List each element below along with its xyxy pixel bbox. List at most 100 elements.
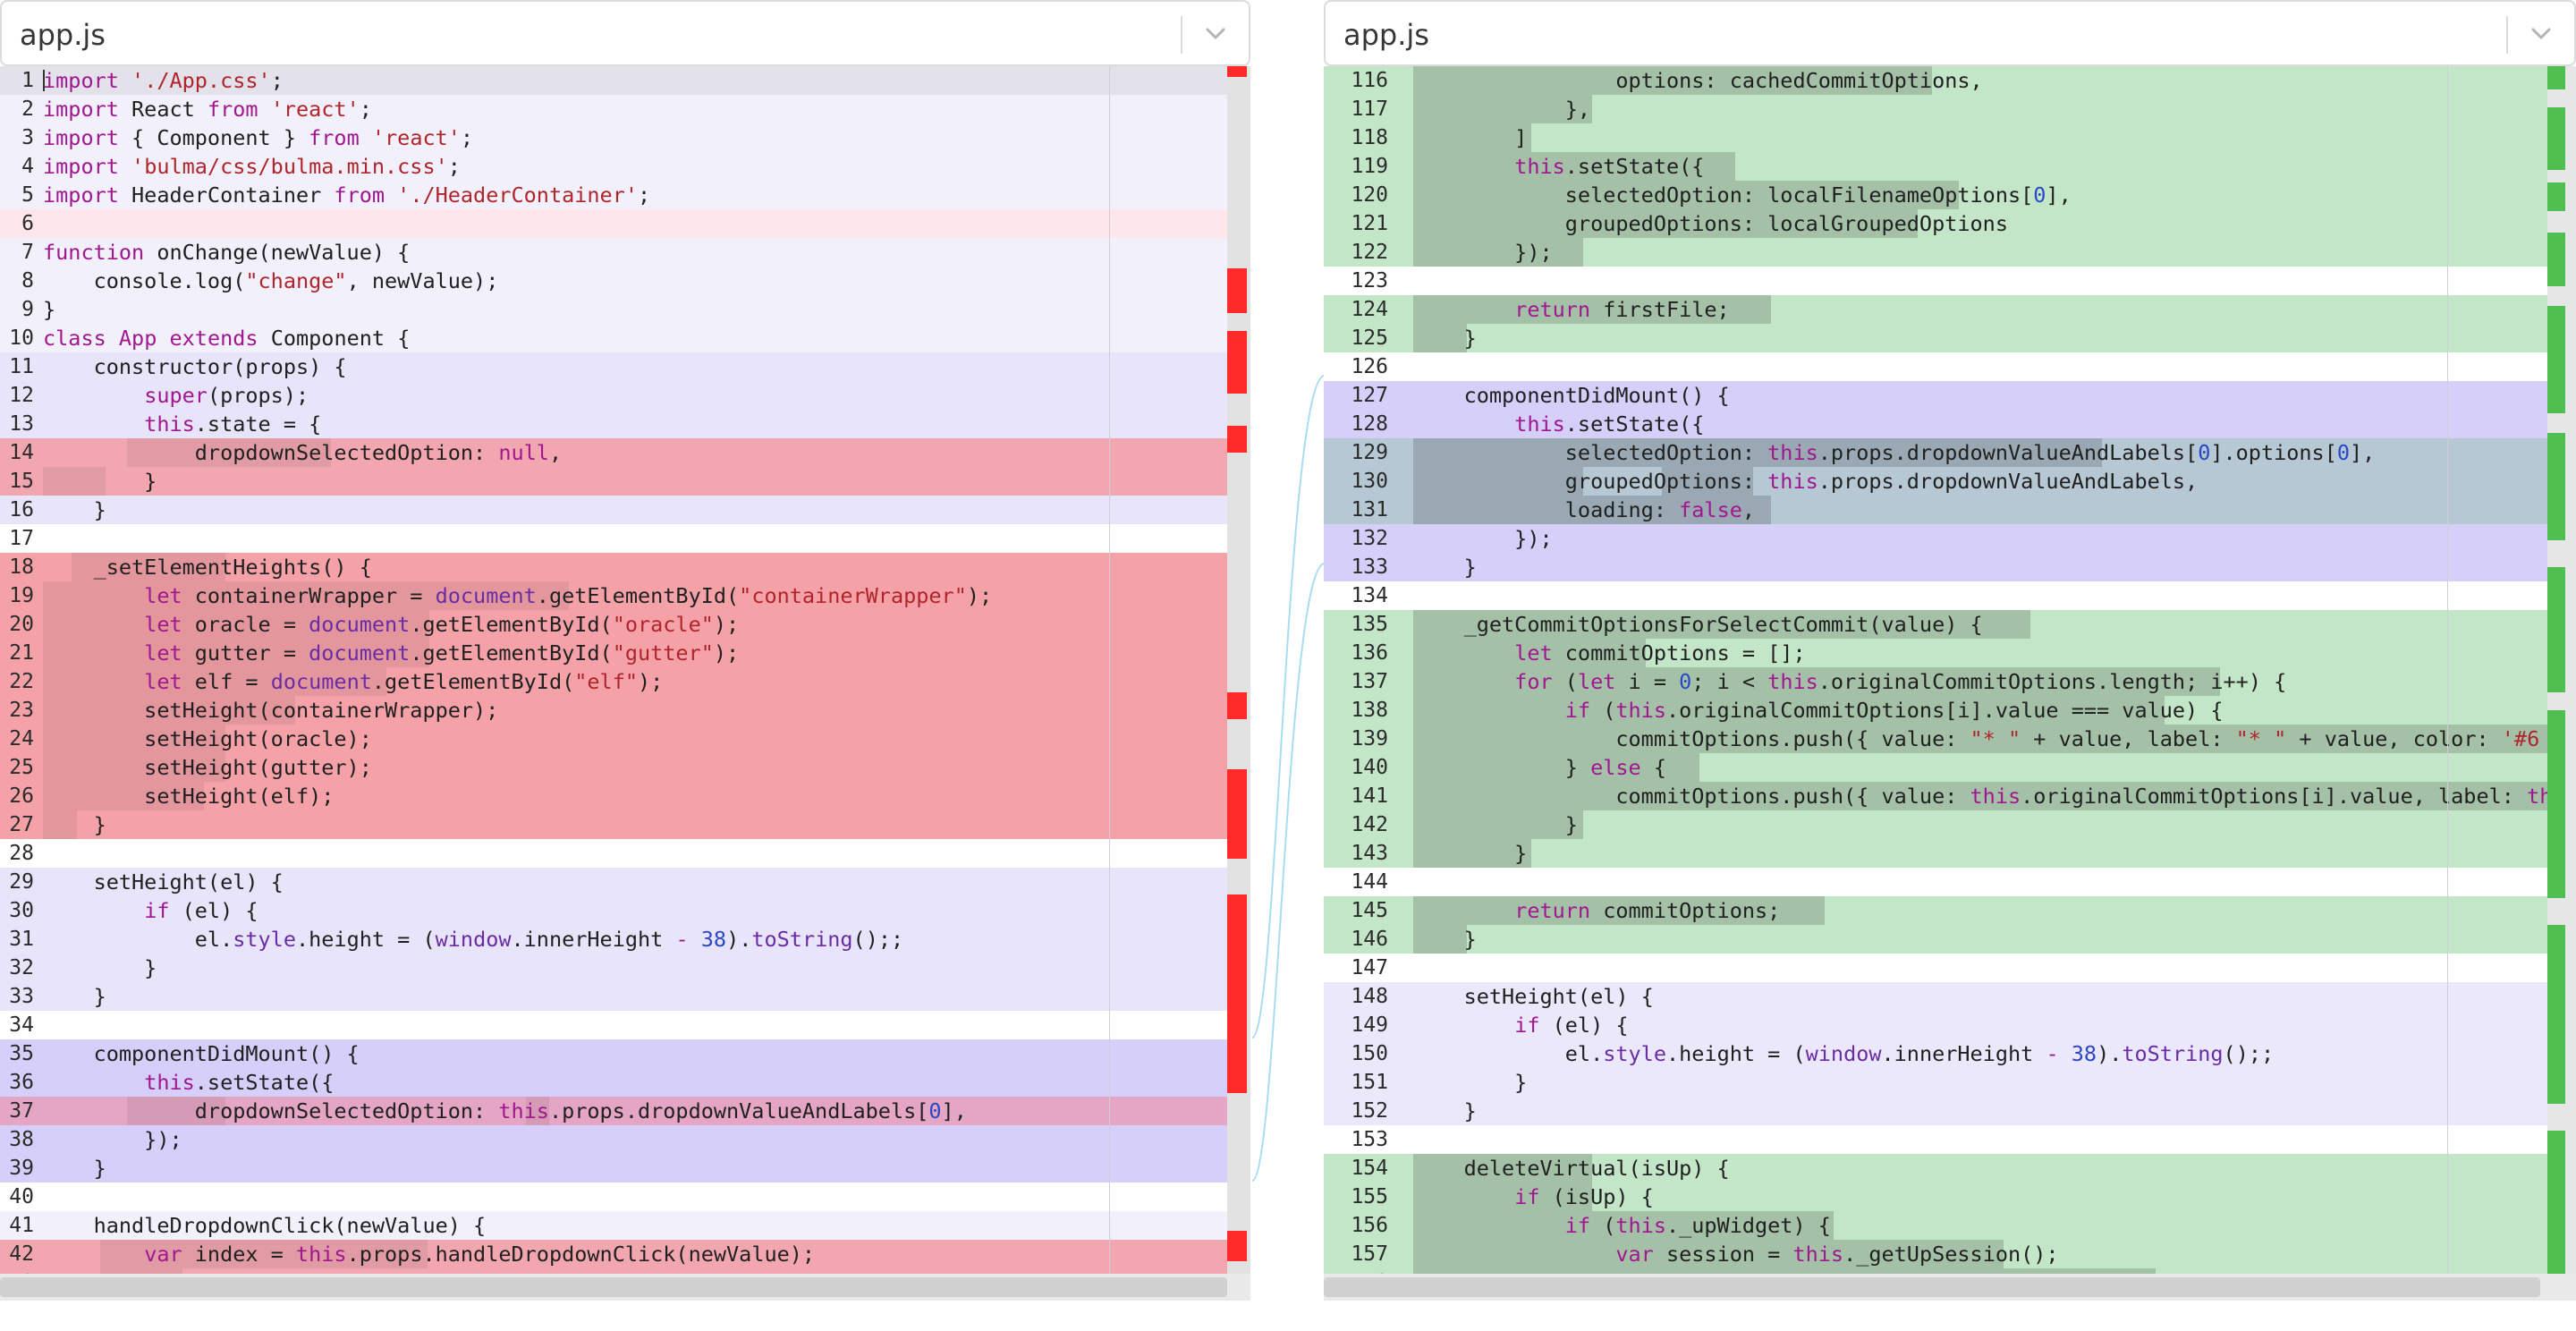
code-line[interactable]: 122 }); xyxy=(1324,238,2547,267)
code-line[interactable]: 130 groupedOptions: this.props.dropdownV… xyxy=(1324,467,2547,496)
code-line[interactable]: 148 setHeight(el) { xyxy=(1324,982,2547,1011)
right-horizontal-scrollbar[interactable] xyxy=(1324,1274,2576,1301)
code-line[interactable]: 137 for (let i = 0; i < this.originalCom… xyxy=(1324,667,2547,696)
code-line[interactable]: 4 import 'bulma/css/bulma.min.css'; xyxy=(0,152,1227,181)
code-line[interactable]: 13 this.state = { xyxy=(0,410,1227,438)
code-line[interactable]: 24 setHeight(oracle); xyxy=(0,725,1227,753)
code-line[interactable]: 144 xyxy=(1324,868,2547,896)
code-line[interactable]: 18 _setElementHeights() { xyxy=(0,553,1227,581)
code-line[interactable]: 36 this.setState({ xyxy=(0,1068,1227,1097)
right-file-select[interactable]: app.js xyxy=(1324,0,2576,66)
code-line[interactable]: 143 } xyxy=(1324,839,2547,868)
left-file-select[interactable]: app.js xyxy=(0,0,1250,66)
code-line[interactable]: 5 import HeaderContainer from './HeaderCo… xyxy=(0,181,1227,209)
left-horizontal-scrollbar[interactable] xyxy=(0,1274,1250,1301)
code-line[interactable]: 138 if (this.originalCommitOptions[i].va… xyxy=(1324,696,2547,725)
code-line[interactable]: 20 let oracle = document.getElementById(… xyxy=(0,610,1227,639)
code-line[interactable]: 129 selectedOption: this.props.dropdownV… xyxy=(1324,438,2547,467)
code-line[interactable]: 140 } else { xyxy=(1324,753,2547,782)
code-line[interactable]: 135 _getCommitOptionsForSelectCommit(val… xyxy=(1324,610,2547,639)
code-line[interactable]: 31 el.style.height = (window.innerHeight… xyxy=(0,925,1227,954)
code-line[interactable]: 127 componentDidMount() { xyxy=(1324,381,2547,410)
code-line[interactable]: 152 } xyxy=(1324,1097,2547,1125)
code-line[interactable]: 16 } xyxy=(0,496,1227,524)
code-line[interactable]: 37 dropdownSelectedOption: this.props.dr… xyxy=(0,1097,1227,1125)
code-line[interactable]: 147 xyxy=(1324,954,2547,982)
code-line[interactable]: 9} xyxy=(0,295,1227,324)
left-code-editor[interactable]: 1 import './App.css'; 2 import React from '… xyxy=(0,66,1250,1301)
code-line[interactable]: 6 xyxy=(0,209,1227,238)
code-line[interactable]: 156 if (this._upWidget) { xyxy=(1324,1211,2547,1240)
code-text: options: cachedCommitOptions, xyxy=(1413,66,1982,95)
code-line[interactable]: 3 import { Component } from 'react'; xyxy=(0,123,1227,152)
code-line[interactable]: 41 handleDropdownClick(newValue) { xyxy=(0,1211,1227,1240)
code-line[interactable]: 123 xyxy=(1324,267,2547,295)
code-line[interactable]: 39 } xyxy=(0,1154,1227,1183)
code-line[interactable]: 42 var index = this.props.handleDropdown… xyxy=(0,1240,1227,1268)
code-line[interactable]: 139 commitOptions.push({ value: "* " + v… xyxy=(1324,725,2576,753)
code-line[interactable]: 116 options: cachedCommitOptions, xyxy=(1324,66,2547,95)
code-line[interactable]: 134 xyxy=(1324,581,2547,610)
code-line[interactable]: 142 } xyxy=(1324,810,2547,839)
code-line[interactable]: 33 } xyxy=(0,982,1227,1011)
code-line[interactable]: 119 this.setState({ xyxy=(1324,152,2547,181)
code-line[interactable]: 30 if (el) { xyxy=(0,896,1227,925)
code-line[interactable]: 126 xyxy=(1324,352,2547,381)
code-line[interactable]: 150 el.style.height = (window.innerHeigh… xyxy=(1324,1039,2547,1068)
code-line[interactable]: 145 return commitOptions; xyxy=(1324,896,2547,925)
chevron-down-icon[interactable] xyxy=(1182,2,1249,68)
code-line[interactable]: 118 ] xyxy=(1324,123,2547,152)
code-line[interactable]: 151 } xyxy=(1324,1068,2547,1097)
line-number: 42 xyxy=(9,1242,34,1266)
code-line[interactable]: 149 if (el) { xyxy=(1324,1011,2547,1039)
code-line[interactable]: 23 setHeight(containerWrapper); xyxy=(0,696,1227,725)
code-line[interactable]: 8 console.log("change", newValue); xyxy=(0,267,1227,295)
code-line[interactable]: 7 function onChange(newValue) { xyxy=(0,238,1227,267)
code-line[interactable]: 17 xyxy=(0,524,1227,553)
code-line[interactable]: 154 deleteVirtual(isUp) { xyxy=(1324,1154,2547,1183)
code-line[interactable]: 128 this.setState({ xyxy=(1324,410,2547,438)
code-line[interactable]: 21 let gutter = document.getElementById(… xyxy=(0,639,1227,667)
code-line[interactable]: 25 setHeight(gutter); xyxy=(0,753,1227,782)
code-line[interactable]: 155 if (isUp) { xyxy=(1324,1183,2547,1211)
code-line[interactable]: 120 selectedOption: localFilenameOptions… xyxy=(1324,181,2547,209)
code-line[interactable]: 125 } xyxy=(1324,324,2547,352)
code-line[interactable]: 132 }); xyxy=(1324,524,2547,553)
code-line[interactable]: 12 super(props); xyxy=(0,381,1227,410)
code-line[interactable]: 131 loading: false, xyxy=(1324,496,2547,524)
code-line[interactable]: 14 dropdownSelectedOption: null, xyxy=(0,438,1227,467)
code-line[interactable]: 153 xyxy=(1324,1125,2547,1154)
code-line[interactable]: 19 let containerWrapper = document.getEl… xyxy=(0,581,1227,610)
right-diff-overview-ruler[interactable] xyxy=(2547,66,2576,1301)
code-line[interactable]: 11 constructor(props) { xyxy=(0,352,1227,381)
right-code-editor[interactable]: 116 options: cachedCommitOptions, 117 }, 1… xyxy=(1324,66,2576,1301)
code-line[interactable]: 15 } xyxy=(0,467,1227,496)
code-line[interactable]: 1 import './App.css'; xyxy=(0,66,1227,95)
code-line[interactable]: 136 let commitOptions = []; xyxy=(1324,639,2547,667)
code-token: null xyxy=(498,440,549,465)
code-line[interactable]: 35 componentDidMount() { xyxy=(0,1039,1227,1068)
code-line[interactable]: 10 class App extends Component { xyxy=(0,324,1227,352)
code-line[interactable]: 133 } xyxy=(1324,553,2547,581)
code-line[interactable]: 121 groupedOptions: localGroupedOptions xyxy=(1324,209,2547,238)
chevron-down-icon[interactable] xyxy=(2508,2,2574,68)
code-line[interactable]: 28 xyxy=(0,839,1227,868)
left-diff-overview-ruler[interactable] xyxy=(1227,66,1250,1301)
left-scrollbar-thumb[interactable] xyxy=(0,1277,1227,1297)
code-line[interactable]: 2 import React from 'react'; xyxy=(0,95,1227,123)
code-line[interactable]: 34 xyxy=(0,1011,1227,1039)
code-line[interactable]: 157 var session = this._getUpSession(); xyxy=(1324,1240,2547,1268)
code-line[interactable]: 146 } xyxy=(1324,925,2547,954)
code-line[interactable]: 26 setHeight(elf); xyxy=(0,782,1227,810)
code-line[interactable]: 27 } xyxy=(0,810,1227,839)
code-line[interactable]: 22 let elf = document.getElementById("el… xyxy=(0,667,1227,696)
code-line[interactable]: 40 xyxy=(0,1183,1227,1211)
code-line[interactable]: 141 commitOptions.push({ value: this.ori… xyxy=(1324,782,2576,810)
code-line[interactable]: 124 return firstFile; xyxy=(1324,295,2547,324)
code-line[interactable]: 38 }); xyxy=(0,1125,1227,1154)
code-line[interactable]: 32 } xyxy=(0,954,1227,982)
right-scrollbar-thumb[interactable] xyxy=(1324,1277,2540,1297)
code-line[interactable]: 29 setHeight(el) { xyxy=(0,868,1227,896)
code-line[interactable]: 117 }, xyxy=(1324,95,2547,123)
